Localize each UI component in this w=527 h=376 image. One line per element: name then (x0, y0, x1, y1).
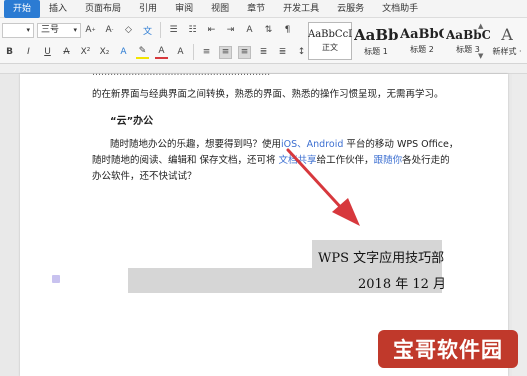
watermark-logo: 宝哥软件园 (378, 330, 518, 368)
watermark-text: 宝哥软件园 (393, 338, 503, 362)
annotation-arrow (286, 148, 360, 226)
